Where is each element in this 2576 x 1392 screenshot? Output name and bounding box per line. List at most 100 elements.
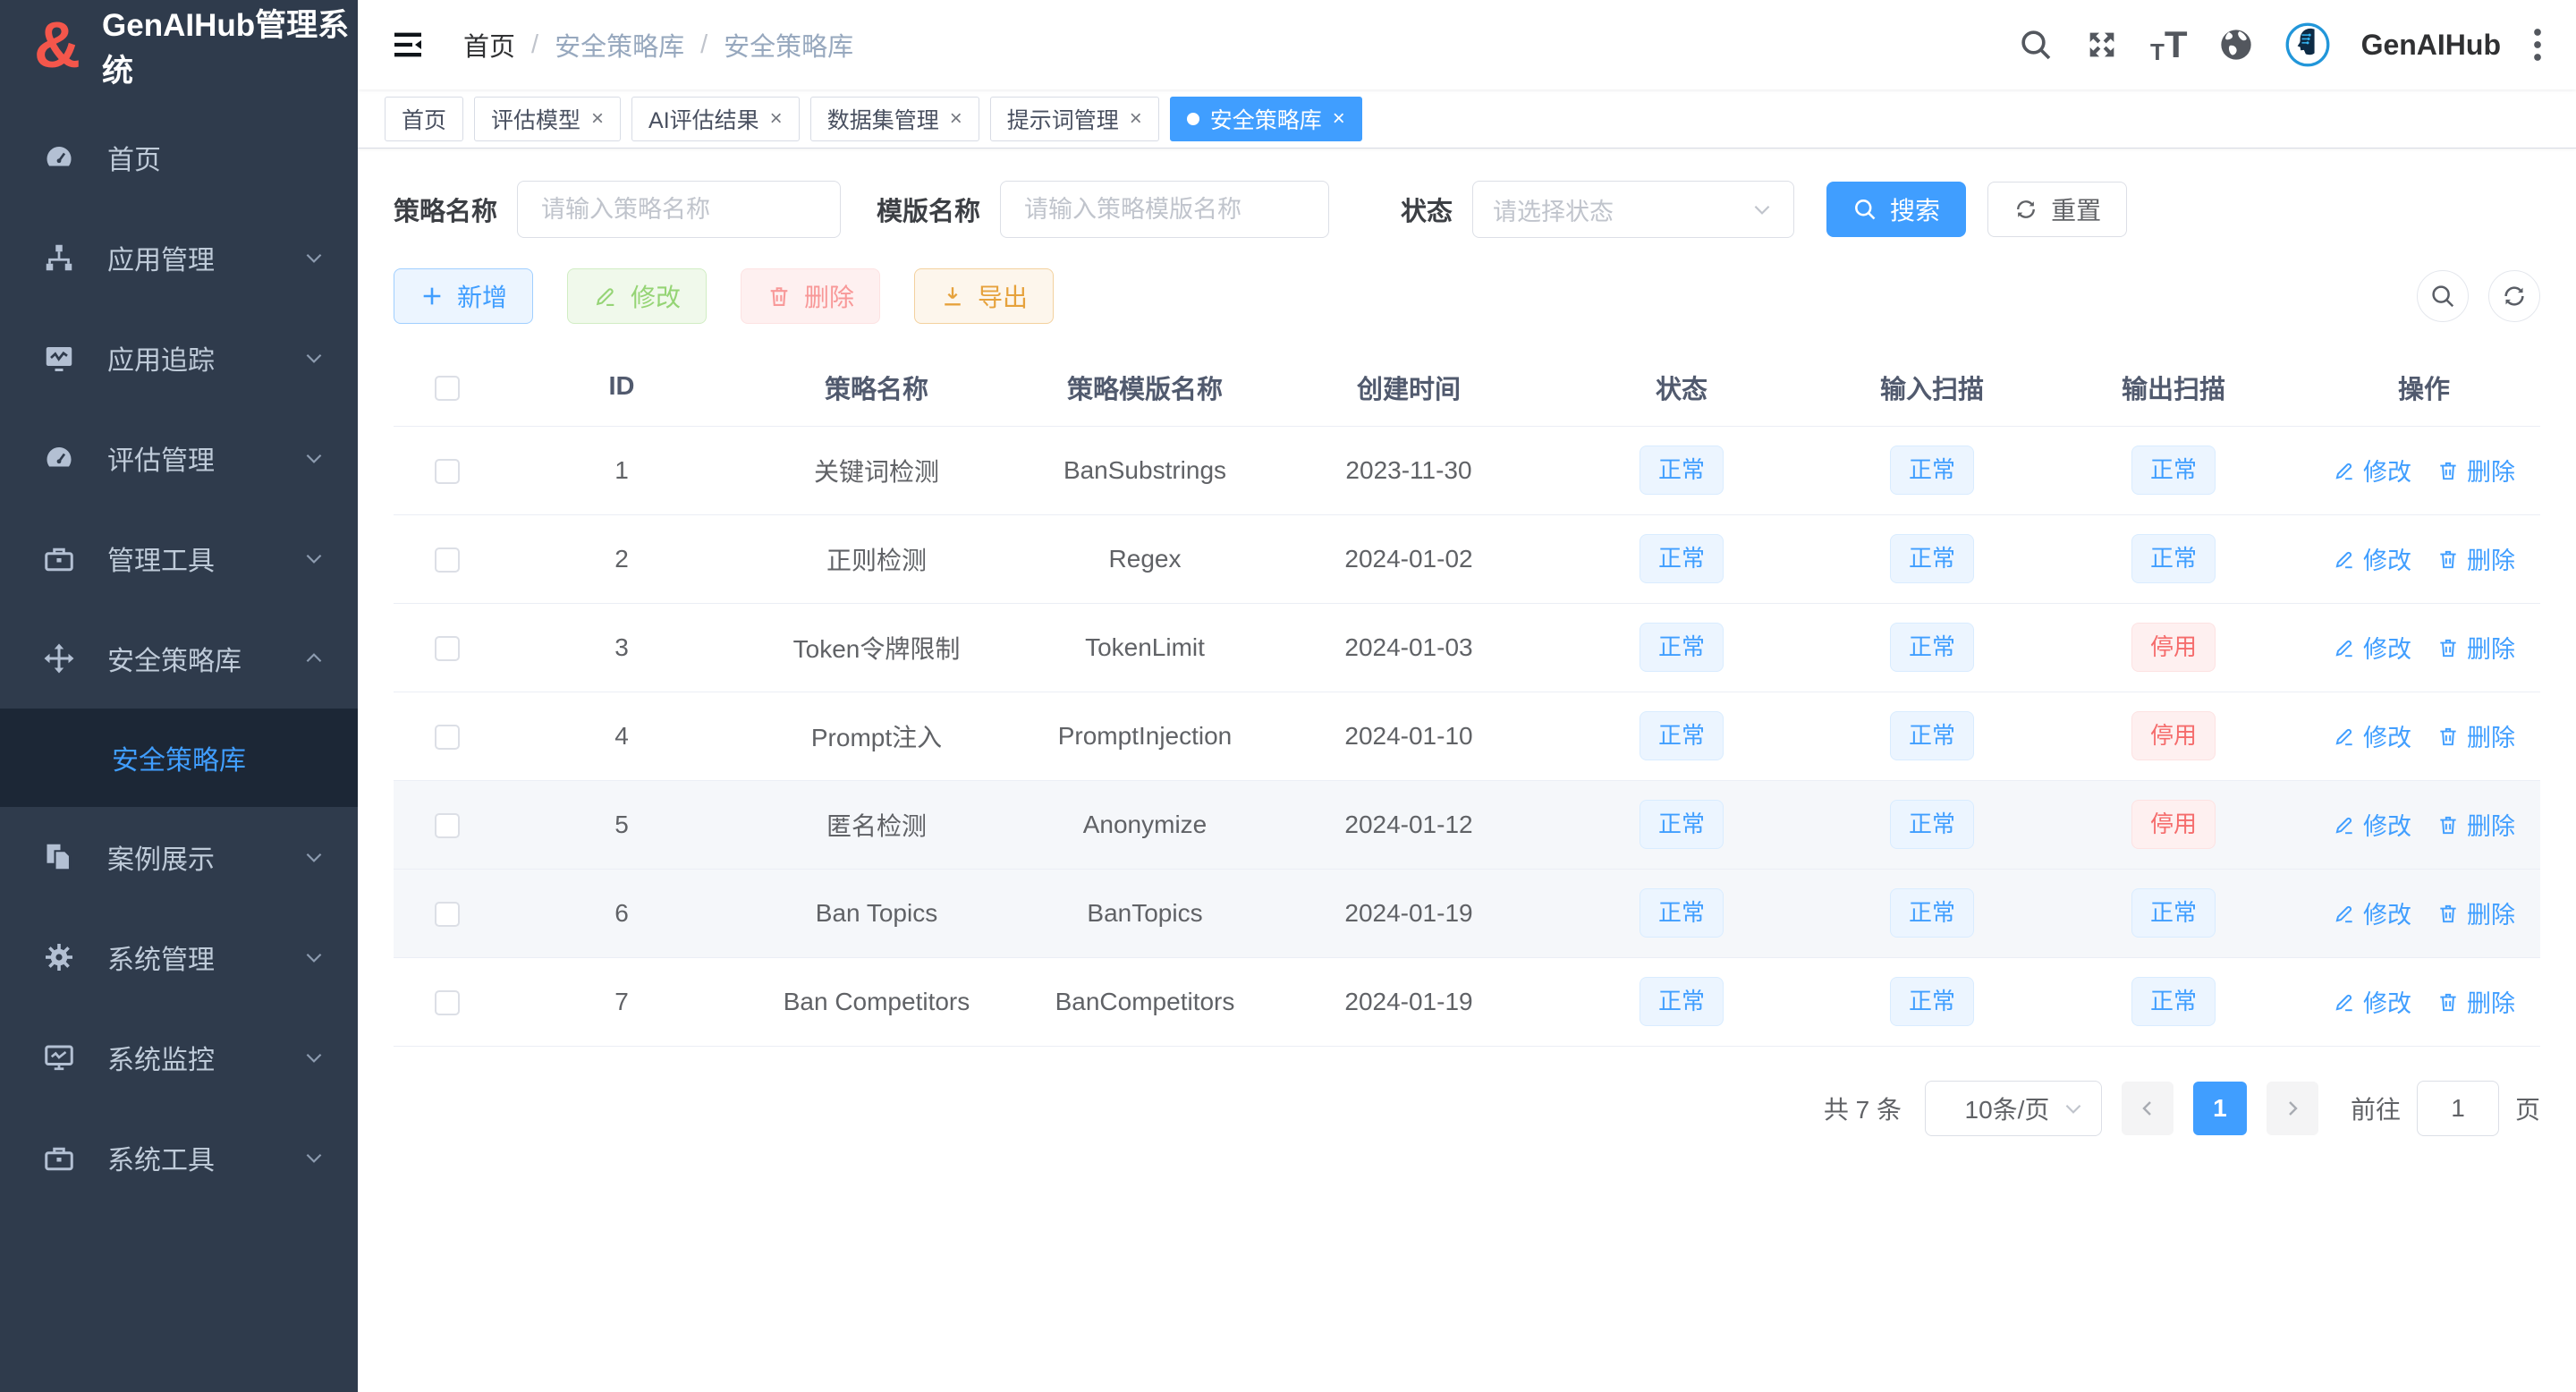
sidebar-item-system-monitoring[interactable]: 系统监控 [0, 1007, 358, 1108]
sidebar-item-case-showcase[interactable]: 案例展示 [0, 807, 358, 907]
policy-name-label: 策略名称 [394, 191, 497, 228]
search-button-label: 搜索 [1890, 191, 1940, 227]
font-size-icon[interactable]: TT [2150, 26, 2188, 64]
status-badge: 正常 [1640, 711, 1724, 760]
refresh-icon [2501, 283, 2528, 310]
add-button[interactable]: 新增 [394, 268, 533, 324]
sidebar-item-management-tools[interactable]: 管理工具 [0, 508, 358, 608]
navbar: 首页 / 安全策略库 / 安全策略库 TT [358, 0, 2576, 89]
row-checkbox[interactable] [435, 725, 460, 750]
row-edit-button[interactable]: 修改 [2333, 718, 2411, 753]
row-checkbox[interactable] [435, 813, 460, 838]
sidebar-item-app-management[interactable]: 应用管理 [0, 208, 358, 308]
table-search-toggle-button[interactable] [2417, 270, 2469, 322]
row-checkbox[interactable] [435, 990, 460, 1015]
row-checkbox[interactable] [435, 547, 460, 573]
close-icon[interactable]: × [770, 106, 783, 132]
column-header-id: ID [501, 349, 742, 426]
row-delete-button[interactable]: 删除 [2436, 453, 2515, 488]
tab-label: 评估模型 [491, 103, 580, 135]
export-button[interactable]: 导出 [914, 268, 1054, 324]
row-edit-label: 修改 [2363, 895, 2411, 930]
policy-name-input[interactable] [517, 181, 841, 238]
row-edit-button[interactable]: 修改 [2333, 630, 2411, 665]
next-page-button[interactable] [2267, 1082, 2318, 1135]
table-header-row: ID 策略名称 策略模版名称 创建时间 状态 输入扫描 输出扫描 操作 [394, 349, 2540, 426]
status-label: 状态 [1401, 191, 1453, 228]
row-checkbox[interactable] [435, 902, 460, 927]
sidebar-item-label: 系统管理 [107, 938, 302, 977]
download-icon [940, 284, 965, 309]
close-icon[interactable]: × [1130, 106, 1142, 132]
tab-evaluation-model[interactable]: 评估模型 × [474, 97, 621, 141]
tab-prompt-management[interactable]: 提示词管理 × [990, 97, 1159, 141]
row-checkbox[interactable] [435, 459, 460, 484]
row-delete-button[interactable]: 删除 [2436, 630, 2515, 665]
fullscreen-icon[interactable] [2084, 27, 2120, 63]
row-delete-button[interactable]: 删除 [2436, 984, 2515, 1019]
sidebar-item-evaluation-management[interactable]: 评估管理 [0, 408, 358, 508]
globe-icon[interactable] [2218, 27, 2254, 63]
close-icon[interactable]: × [591, 106, 604, 132]
sidebar-item-security-policy-library[interactable]: 安全策略库 [0, 608, 358, 709]
dashboard-icon [43, 141, 75, 174]
status-select[interactable]: 请选择状态 [1472, 181, 1794, 238]
row-edit-button[interactable]: 修改 [2333, 453, 2411, 488]
row-edit-label: 修改 [2363, 541, 2411, 576]
sidebar-collapse-icon[interactable] [390, 27, 426, 63]
row-delete-button[interactable]: 删除 [2436, 895, 2515, 930]
table-row: 4 Prompt注入 PromptInjection 2024-01-10 正常… [394, 692, 2540, 780]
sidebar-item-system-tools[interactable]: 系统工具 [0, 1108, 358, 1208]
row-checkbox[interactable] [435, 636, 460, 661]
tab-ai-evaluation-results[interactable]: AI评估结果 × [631, 97, 800, 141]
pagination: 共 7 条 10条/页 1 [394, 1081, 2540, 1136]
sidebar-subitem-security-policy-library[interactable]: 安全策略库 [0, 709, 358, 807]
avatar[interactable] [2284, 21, 2331, 68]
cell-name: 正则检测 [742, 514, 1011, 603]
trash-icon [2436, 459, 2460, 482]
cell-id: 3 [501, 603, 742, 692]
prev-page-button[interactable] [2122, 1082, 2174, 1135]
tab-security-policy-library[interactable]: 安全策略库 × [1170, 97, 1362, 141]
pencil-icon [2333, 813, 2356, 836]
breadcrumb-item-home[interactable]: 首页 [463, 26, 515, 64]
row-edit-button[interactable]: 修改 [2333, 984, 2411, 1019]
delete-button[interactable]: 删除 [741, 268, 880, 324]
tab-label: 提示词管理 [1007, 103, 1119, 135]
tab-dataset-management[interactable]: 数据集管理 × [810, 97, 979, 141]
close-icon[interactable]: × [950, 106, 962, 132]
search-icon[interactable] [2018, 27, 2054, 63]
search-button[interactable]: 搜索 [1826, 182, 1966, 237]
page-size-select[interactable]: 10条/页 [1925, 1081, 2102, 1136]
goto-page-input[interactable] [2417, 1081, 2499, 1136]
tab-home[interactable]: 首页 [385, 97, 463, 141]
row-edit-button[interactable]: 修改 [2333, 541, 2411, 576]
output-scan-badge: 停用 [2131, 711, 2216, 760]
policy-table: ID 策略名称 策略模版名称 创建时间 状态 输入扫描 输出扫描 操作 [394, 349, 2540, 1047]
row-delete-button[interactable]: 删除 [2436, 541, 2515, 576]
breadcrumb-separator: / [531, 30, 538, 60]
output-scan-badge: 正常 [2131, 446, 2216, 495]
table-refresh-button[interactable] [2488, 270, 2540, 322]
sidebar-item-app-tracing[interactable]: 应用追踪 [0, 308, 358, 408]
close-icon[interactable]: × [1333, 106, 1345, 132]
row-delete-button[interactable]: 删除 [2436, 718, 2515, 753]
template-name-input[interactable] [1000, 181, 1329, 238]
sidebar-item-system-management[interactable]: 系统管理 [0, 907, 358, 1007]
trash-icon [2436, 990, 2460, 1014]
row-delete-button[interactable]: 删除 [2436, 807, 2515, 842]
edit-button[interactable]: 修改 [567, 268, 707, 324]
row-edit-button[interactable]: 修改 [2333, 807, 2411, 842]
table-row: 7 Ban Competitors BanCompetitors 2024-01… [394, 957, 2540, 1046]
row-edit-button[interactable]: 修改 [2333, 895, 2411, 930]
kebab-menu-icon[interactable] [2531, 25, 2544, 64]
sidebar-item-label: 首页 [107, 138, 326, 177]
sidebar-item-home[interactable]: 首页 [0, 107, 358, 208]
username-label[interactable]: GenAIHub [2361, 29, 2501, 62]
status-badge: 正常 [1640, 888, 1724, 938]
select-all-checkbox[interactable] [435, 376, 460, 401]
goto-label: 前往 [2351, 1091, 2401, 1126]
output-scan-badge: 正常 [2131, 888, 2216, 938]
reset-button[interactable]: 重置 [1987, 182, 2127, 237]
page-number-button[interactable]: 1 [2193, 1082, 2247, 1135]
